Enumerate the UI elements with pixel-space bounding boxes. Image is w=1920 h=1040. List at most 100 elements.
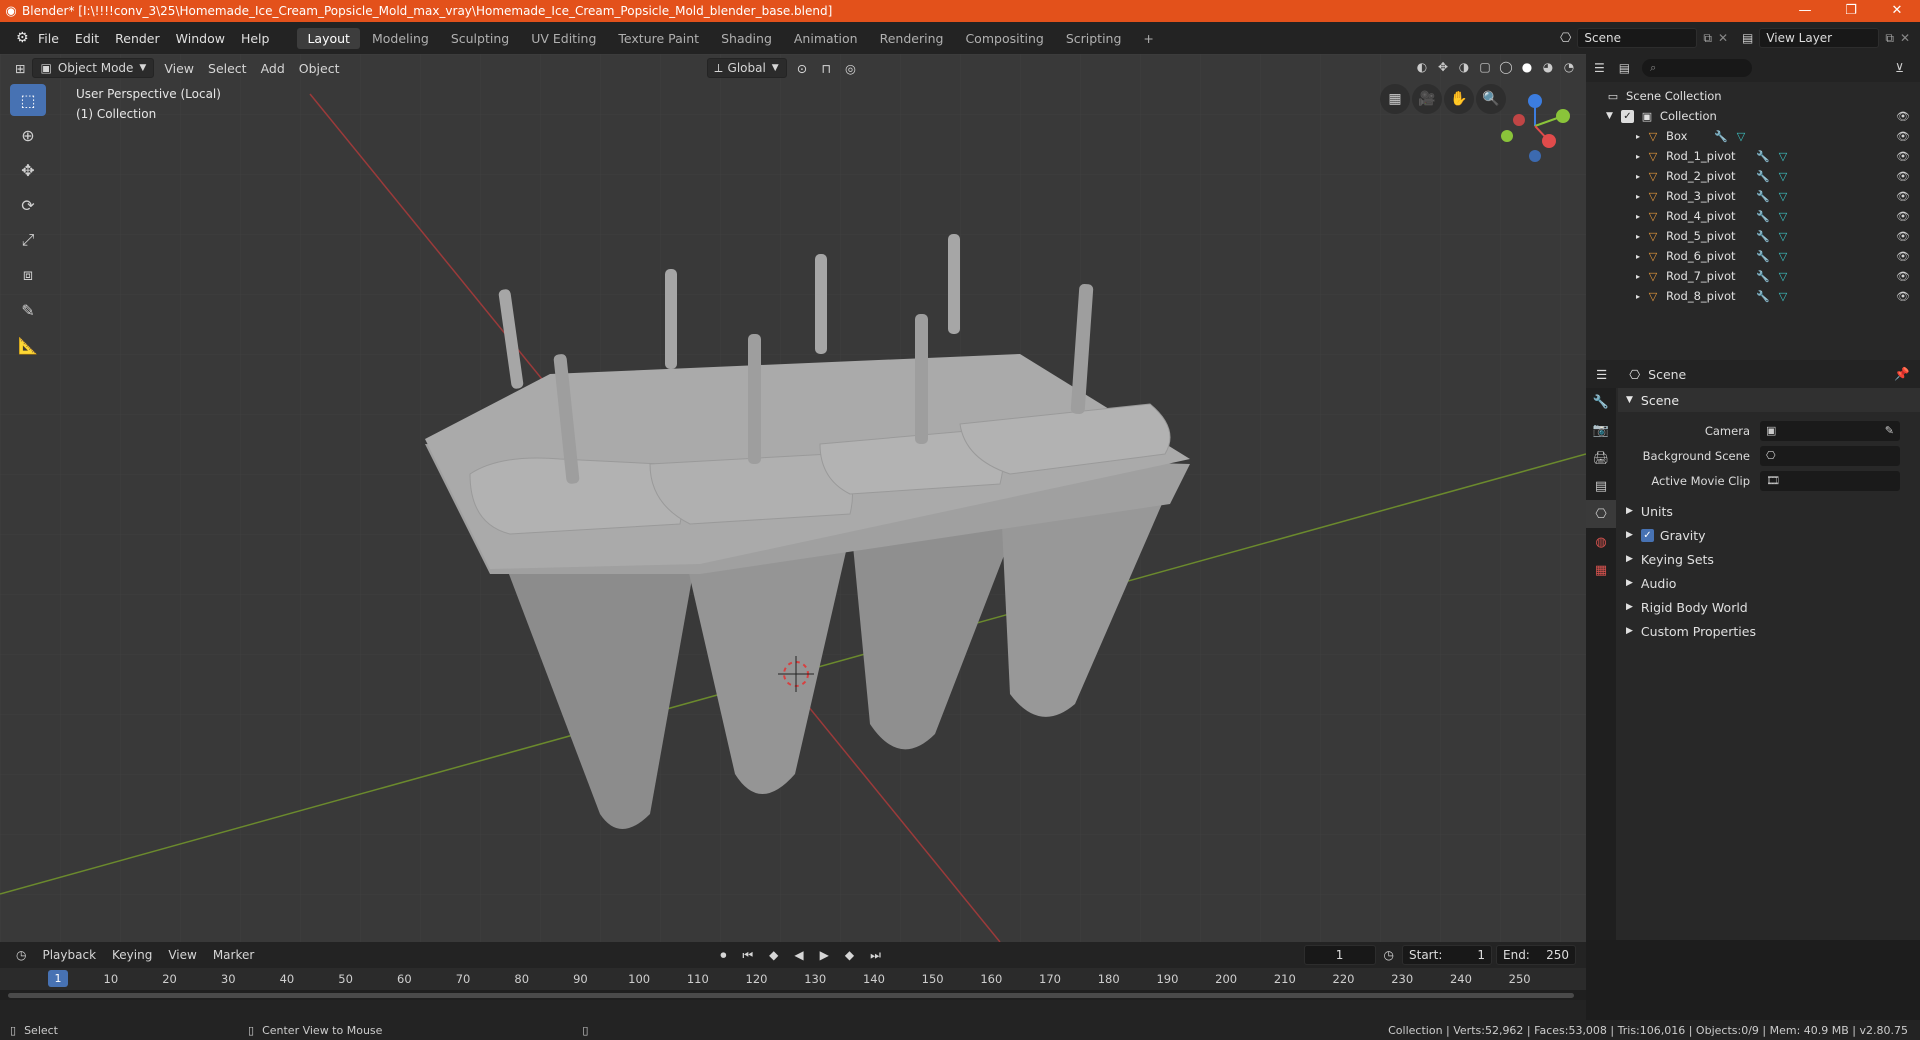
expand-arrow-icon[interactable]: ▸	[1636, 212, 1640, 221]
outliner-item-rod-5[interactable]: ▸ ▽ Rod_5_pivot 🔧 ▽ 👁	[1586, 226, 1920, 246]
eye-icon[interactable]: 👁	[1896, 190, 1910, 203]
menu-file[interactable]: File	[30, 31, 67, 46]
blender-menu-icon[interactable]: ⚙	[8, 30, 30, 46]
pivot-icon[interactable]: ⊙	[790, 61, 814, 76]
camera-view-icon[interactable]: 🎥	[1412, 84, 1442, 114]
pan-hand-icon[interactable]: ✋	[1444, 84, 1474, 114]
tab-texture-paint[interactable]: Texture Paint	[608, 28, 709, 49]
3d-viewport[interactable]: ⊞ ▣ Object Mode ▼ View Select Add Object…	[0, 54, 1586, 942]
view-layer-tab-icon[interactable]: ▤	[1586, 472, 1616, 500]
rendered-shading-icon[interactable]: ◔	[1560, 58, 1578, 76]
outliner-search-input[interactable]: ⌕	[1642, 59, 1753, 77]
timeline-editor-icon[interactable]: ◷	[8, 948, 34, 962]
delete-view-layer-icon[interactable]: ✕	[1900, 31, 1910, 45]
tab-layout[interactable]: Layout	[297, 27, 360, 49]
eye-icon[interactable]: 👁	[1896, 250, 1910, 263]
prev-keyframe-icon[interactable]: ◆	[761, 948, 786, 962]
gizmo-icon[interactable]: ✥	[1434, 58, 1452, 76]
eye-icon[interactable]: 👁	[1896, 170, 1910, 183]
eye-icon[interactable]: 👁	[1896, 130, 1910, 143]
start-frame-field[interactable]: Start: 1	[1402, 945, 1492, 965]
visibility-icon[interactable]: ◐	[1413, 58, 1431, 76]
expand-arrow-icon[interactable]: ▸	[1636, 232, 1640, 241]
jump-end-icon[interactable]: ⏭	[862, 948, 889, 963]
outliner-item-rod-7[interactable]: ▸ ▽ Rod_7_pivot 🔧 ▽ 👁	[1586, 266, 1920, 286]
timeline-scrollbar[interactable]	[0, 990, 1586, 1000]
menu-playback[interactable]: Playback	[34, 948, 104, 962]
editor-type-icon[interactable]: ⊞	[8, 61, 32, 76]
expand-arrow-icon[interactable]: ▼	[1606, 111, 1613, 121]
eye-icon[interactable]: 👁	[1896, 230, 1910, 243]
tab-modeling[interactable]: Modeling	[362, 28, 439, 49]
outliner-editor-icon[interactable]: ☰	[1594, 61, 1605, 75]
xray-icon[interactable]: ▢	[1476, 58, 1494, 76]
play-reverse-icon[interactable]: ◀	[786, 948, 811, 962]
next-keyframe-icon[interactable]: ◆	[837, 948, 862, 962]
filter-icon[interactable]: ⊻	[1895, 61, 1904, 75]
eye-icon[interactable]: 👁	[1896, 210, 1910, 223]
new-view-layer-icon[interactable]: ⧉	[1885, 31, 1894, 46]
scene-selector[interactable]: Scene	[1577, 28, 1698, 48]
menu-window[interactable]: Window	[168, 31, 233, 46]
expand-arrow-icon[interactable]: ▸	[1636, 292, 1640, 301]
scene-icon[interactable]: ⎔	[1560, 31, 1571, 46]
audio-panel[interactable]: ▶ Audio	[1618, 571, 1920, 595]
active-movie-clip-field[interactable]: 🎞	[1760, 470, 1900, 491]
texture-tab-icon[interactable]: ▦	[1586, 556, 1616, 584]
transform-orientation-selector[interactable]: ⟂ Global ▼	[706, 58, 787, 78]
solid-shading-icon[interactable]: ●	[1518, 58, 1536, 76]
properties-editor-icon[interactable]: ☰	[1596, 367, 1607, 382]
snap-icon[interactable]: ⊓	[814, 61, 838, 76]
wireframe-shading-icon[interactable]: ◯	[1497, 58, 1515, 76]
display-mode-icon[interactable]: ▤	[1619, 61, 1630, 75]
minimize-button[interactable]: —	[1782, 0, 1828, 22]
outliner-item-rod-8[interactable]: ▸ ▽ Rod_8_pivot 🔧 ▽ 👁	[1586, 286, 1920, 306]
record-icon[interactable]: ⏺	[712, 948, 734, 963]
tab-animation[interactable]: Animation	[784, 28, 868, 49]
scene-collection-row[interactable]: ▭ Scene Collection	[1586, 86, 1920, 106]
eyedropper-icon[interactable]: ✎	[1885, 424, 1894, 437]
expand-arrow-icon[interactable]: ▸	[1636, 152, 1640, 161]
world-tab-icon[interactable]: ◍	[1586, 528, 1616, 556]
current-frame-field[interactable]: 1	[1303, 945, 1376, 965]
scene-panel-header[interactable]: ▼ Scene	[1618, 388, 1920, 412]
close-button[interactable]: ✕	[1874, 0, 1920, 22]
menu-help[interactable]: Help	[233, 31, 278, 46]
annotate-tool[interactable]: ✎	[10, 294, 46, 326]
outliner-item-box[interactable]: ▸ ▽ Box 🔧 ▽ 👁	[1586, 126, 1920, 146]
eye-icon[interactable]: 👁	[1896, 270, 1910, 283]
expand-arrow-icon[interactable]: ▸	[1636, 252, 1640, 261]
menu-view[interactable]: View	[157, 61, 201, 76]
zoom-icon[interactable]: 🔍	[1476, 84, 1506, 114]
tab-sculpting[interactable]: Sculpting	[441, 28, 519, 49]
outliner-item-rod-6[interactable]: ▸ ▽ Rod_6_pivot 🔧 ▽ 👁	[1586, 246, 1920, 266]
menu-object[interactable]: Object	[292, 61, 347, 76]
pin-icon[interactable]: 📌	[1894, 366, 1910, 382]
scale-tool[interactable]: ⤢	[10, 224, 46, 256]
tab-scripting[interactable]: Scripting	[1056, 28, 1132, 49]
expand-arrow-icon[interactable]: ▸	[1636, 192, 1640, 201]
menu-edit[interactable]: Edit	[67, 31, 107, 46]
scene-tab-icon[interactable]: ⎔	[1586, 500, 1616, 528]
menu-keying[interactable]: Keying	[104, 948, 160, 962]
delete-scene-icon[interactable]: ✕	[1718, 31, 1728, 45]
select-box-tool[interactable]: ⬚	[10, 84, 46, 116]
rotate-tool[interactable]: ⟳	[10, 189, 46, 221]
current-frame-indicator[interactable]: 1	[48, 970, 68, 987]
menu-render[interactable]: Render	[107, 31, 168, 46]
camera-field[interactable]: ▣ ✎	[1760, 420, 1900, 441]
add-workspace-icon[interactable]: +	[1133, 28, 1163, 49]
transform-tool[interactable]: ⧈	[10, 259, 46, 291]
outliner-item-rod-2[interactable]: ▸ ▽ Rod_2_pivot 🔧 ▽ 👁	[1586, 166, 1920, 186]
measure-tool[interactable]: 📐	[10, 329, 46, 361]
jump-start-icon[interactable]: ⏮	[734, 948, 761, 963]
eye-icon[interactable]: 👁	[1896, 150, 1910, 163]
gravity-panel[interactable]: ▶ ✓ Gravity	[1618, 523, 1920, 547]
expand-arrow-icon[interactable]: ▸	[1636, 172, 1640, 181]
tab-rendering[interactable]: Rendering	[870, 28, 954, 49]
expand-arrow-icon[interactable]: ▸	[1636, 272, 1640, 281]
eye-icon[interactable]: 👁	[1896, 290, 1910, 303]
gravity-checkbox[interactable]: ✓	[1640, 528, 1654, 542]
cursor-tool[interactable]: ⊕	[10, 119, 46, 151]
keying-sets-panel[interactable]: ▶ Keying Sets	[1618, 547, 1920, 571]
